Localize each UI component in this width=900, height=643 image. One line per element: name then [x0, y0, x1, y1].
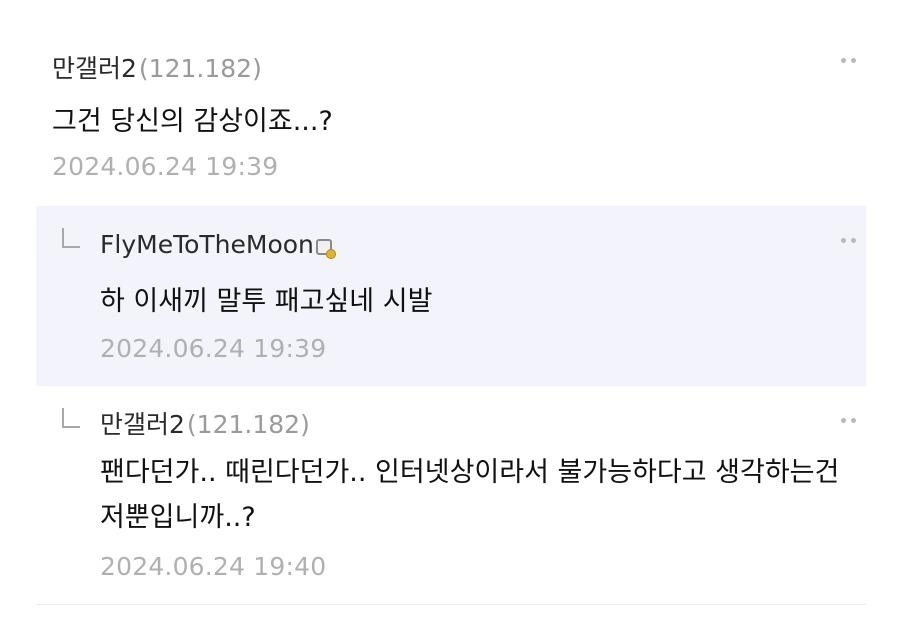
comment-date: 2024.06.24 19:39 [100, 334, 327, 363]
reply-item: 만갤러2 (121.182) 팬다던가.. 때린다던가.. 인터넷상이라서 불가… [36, 388, 866, 605]
author-ip: (121.182) [138, 54, 262, 83]
author-nickname[interactable]: FlyMeToTheMoon [100, 230, 314, 260]
comment-author: 만갤러2 (121.182) [100, 410, 310, 440]
reply-arrow-icon [62, 408, 80, 428]
comment-author: FlyMeToTheMoon [100, 230, 336, 260]
comment-date: 2024.06.24 19:39 [52, 152, 279, 181]
more-options-icon[interactable] [841, 58, 856, 63]
more-options-icon[interactable] [841, 418, 856, 423]
gallery-member-icon [315, 239, 336, 259]
comment-author: 만갤러2 (121.182) [52, 54, 262, 84]
comment-date: 2024.06.24 19:40 [100, 552, 327, 581]
comment-item: 만갤러2 (121.182) 그건 당신의 감상이죠...? 2024.06.2… [36, 40, 866, 206]
author-nickname[interactable]: 만갤러2 [100, 410, 185, 440]
more-options-icon[interactable] [841, 238, 856, 243]
comment-text: 하 이새끼 말투 패고싶네 시발 [100, 286, 433, 317]
reply-arrow-icon [62, 228, 80, 248]
author-nickname[interactable]: 만갤러2 [52, 54, 137, 84]
comment-text: 팬다던가.. 때린다던가.. 인터넷상이라서 불가능하다고 생각하는건 저뿐입니… [100, 457, 848, 533]
comment-text: 그건 당신의 감상이죠...? [52, 106, 333, 137]
author-ip: (121.182) [186, 410, 310, 439]
reply-item: FlyMeToTheMoon 하 이새끼 말투 패고싶네 시발 2024.06.… [36, 206, 866, 386]
